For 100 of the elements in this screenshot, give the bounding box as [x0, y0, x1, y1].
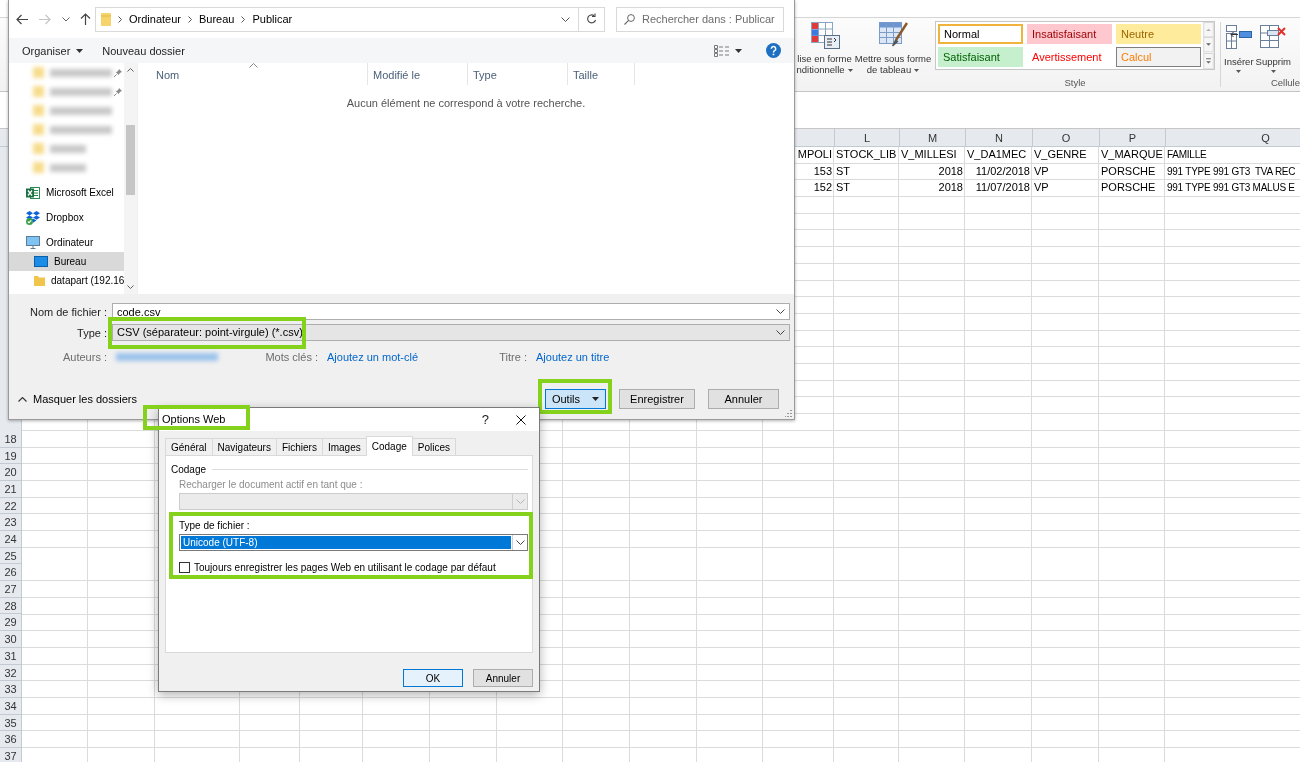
column-header[interactable]: Modifié le	[368, 63, 468, 85]
pin-icon[interactable]	[114, 68, 123, 77]
nav-item[interactable]: Microsoft Excel	[9, 183, 125, 202]
cell-style-option[interactable]: Insatisfaisant	[1027, 24, 1112, 44]
table-cell-text: 11/02/2018	[974, 163, 1031, 179]
scrollbar[interactable]	[124, 63, 137, 294]
insert-cells-button[interactable]: Insérer	[1224, 21, 1254, 73]
breadcrumb-item[interactable]: Publicar	[252, 13, 293, 25]
tools-menu-button[interactable]: Outils	[545, 389, 606, 409]
close-icon[interactable]	[516, 414, 526, 425]
delete-cells-icon	[1259, 24, 1288, 50]
ok-button[interactable]: OK	[403, 669, 463, 687]
diamonds-icon	[26, 210, 40, 225]
organize-button[interactable]: Organiser	[22, 44, 84, 57]
nav-item[interactable]: Ordinateur	[9, 233, 125, 252]
save-button[interactable]: Enregistrer	[619, 389, 695, 409]
row-number: 23	[0, 514, 21, 531]
row-number: 27	[0, 581, 21, 598]
row-number: 35	[0, 714, 21, 732]
refresh-button[interactable]	[579, 6, 605, 32]
column-header[interactable]: Nom	[138, 63, 368, 85]
chevron-down-icon[interactable]	[62, 16, 70, 22]
column-header[interactable]: Type	[468, 63, 568, 85]
field-label: Auteurs :	[61, 350, 107, 363]
nav-item[interactable]: Dropbox	[9, 208, 125, 227]
cell-style-option[interactable]: Neutre	[1116, 24, 1201, 44]
conditional-format-button[interactable]: lise en forme nditionnelle	[796, 18, 853, 91]
metadata-link[interactable]: Ajoutez un titre	[536, 350, 610, 363]
table-cell-text: V_MILLESI	[900, 147, 958, 162]
file-type-dropdown[interactable]: CSV (séparateur: point-virgule) (*.csv)	[112, 324, 790, 341]
chevron-right-icon[interactable]	[118, 15, 122, 23]
details-view-icon[interactable]	[714, 44, 729, 57]
table-cell-text: VP	[1033, 180, 1050, 196]
search-field[interactable]: Rechercher dans : Publicar	[616, 6, 784, 32]
help-button[interactable]: ?	[481, 412, 489, 427]
resize-grip-icon[interactable]	[785, 410, 792, 417]
table-cell-text: STOCK_LIB	[835, 147, 898, 162]
cell-style-option[interactable]: Avertissement	[1027, 47, 1112, 67]
cancel-button[interactable]: Annuler	[708, 389, 779, 409]
tab[interactable]: Images	[321, 438, 367, 455]
cancel-button[interactable]: Annuler	[473, 669, 533, 687]
row-number: 30	[0, 631, 21, 648]
caret-icon[interactable]	[735, 48, 742, 53]
address-bar[interactable]: Ordinateur Bureau Publicar	[95, 6, 579, 32]
tab[interactable]: Codage	[365, 436, 413, 456]
field-label: Mots clés :	[264, 350, 318, 363]
table-cell-text: 2018	[937, 180, 964, 196]
scrollbar-thumb[interactable]	[126, 125, 135, 195]
checkbox-label[interactable]: Toujours enregistrer les pages Web en utilisant le codage par défaut	[194, 562, 496, 573]
field-label: Nom de fichier :	[28, 305, 107, 318]
cell-style-option[interactable]: Satisfaisant	[938, 47, 1023, 67]
column-header: P	[1099, 129, 1165, 146]
row-number: 32	[0, 664, 21, 682]
table-cell-text: 991 TYPE 991 GT3 TVA REC	[1166, 164, 1297, 179]
pin-icon[interactable]	[114, 87, 123, 96]
monitor-icon	[26, 236, 40, 249]
chevron-down-icon[interactable]	[561, 16, 570, 22]
nav-item[interactable]: datapart (192.16	[9, 271, 125, 290]
row-number: 28	[0, 597, 21, 615]
group-title: Codage	[171, 463, 207, 475]
file-name-field[interactable]: code.csv	[112, 303, 790, 320]
column-header: Q	[1165, 129, 1300, 146]
scroll-up-icon[interactable]	[127, 68, 135, 72]
chevron-down-icon[interactable]	[776, 309, 785, 314]
checkbox[interactable]	[179, 562, 190, 573]
column-header[interactable]: Taille	[568, 63, 635, 85]
breadcrumb-item[interactable]: Bureau	[199, 13, 235, 25]
chevron-up-icon	[18, 396, 27, 402]
field-label: Type :	[76, 326, 107, 339]
metadata-link[interactable]: Ajoutez un mot-clé	[327, 350, 419, 363]
empty-message: Aucun élément ne correspond à votre recherche.	[346, 97, 586, 109]
chevron-down-icon	[776, 330, 785, 335]
scroll-down-icon[interactable]	[127, 285, 135, 289]
up-arrow-icon[interactable]	[80, 13, 91, 25]
table-cell-text: ST	[835, 180, 852, 196]
row-number: 19	[0, 447, 21, 465]
help-icon[interactable]	[766, 43, 781, 58]
tab[interactable]: Navigateurs	[211, 438, 277, 455]
desktop-icon	[34, 256, 48, 267]
breadcrumb-item[interactable]: Ordinateur	[129, 13, 181, 25]
tab[interactable]: Polices	[411, 438, 457, 455]
file-encoding-dropdown[interactable]: Unicode (UTF-8)	[179, 534, 528, 551]
chevron-right-icon[interactable]	[188, 15, 192, 23]
caret-icon	[76, 48, 84, 53]
new-folder-button[interactable]: Nouveau dossier	[102, 44, 185, 57]
cell-style-option[interactable]: Normal	[938, 24, 1023, 44]
table-brush-icon	[878, 21, 908, 49]
column-header: O	[1032, 129, 1099, 146]
group-label: Style	[1064, 77, 1086, 90]
chevron-right-icon[interactable]	[241, 15, 246, 23]
hide-folders-button[interactable]: Masquer les dossiers	[18, 393, 137, 405]
delete-cells-button[interactable]: Supprim	[1255, 21, 1291, 73]
back-arrow-icon[interactable]	[16, 13, 28, 25]
tab[interactable]: Général	[165, 438, 213, 455]
chevron-down-icon	[515, 540, 525, 545]
expand-gallery-icon[interactable]	[1203, 52, 1214, 69]
row-number: 29	[0, 614, 21, 632]
nav-item[interactable]: Bureau	[9, 252, 125, 271]
format-as-table-button[interactable]: Mettre sous forme de tableau	[853, 18, 933, 91]
row-number: 37	[0, 747, 21, 762]
